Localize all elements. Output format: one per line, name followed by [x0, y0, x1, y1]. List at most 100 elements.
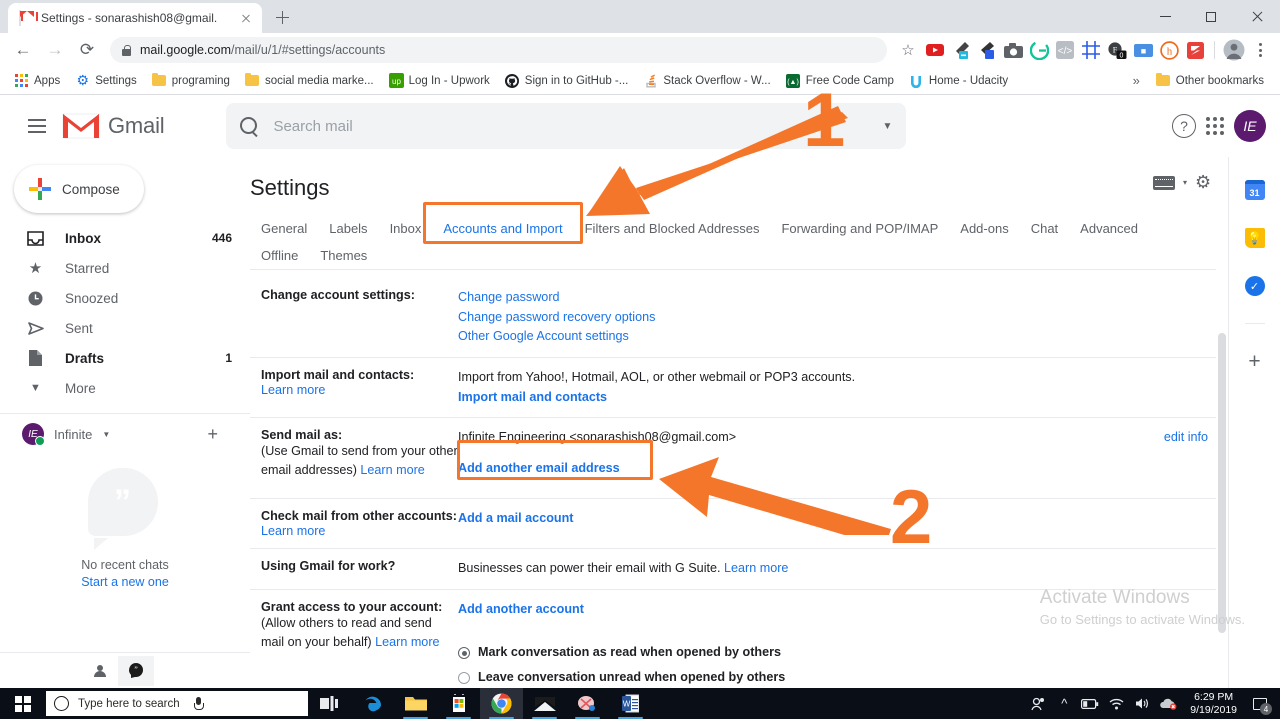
main-menu-icon[interactable]	[14, 103, 60, 149]
hangouts-user-row[interactable]: IE Infinite ▼ +	[0, 414, 250, 454]
sidebar-item-inbox[interactable]: Inbox 446	[0, 223, 250, 253]
google-apps-icon[interactable]	[1206, 117, 1224, 135]
youtube-downloader-extension[interactable]	[923, 38, 947, 62]
tab-accounts-and-import[interactable]: Accounts and Import	[432, 215, 573, 243]
sidebar-item-more[interactable]: ▼ More	[0, 373, 250, 403]
add-another-account-link[interactable]: Add another account	[458, 600, 1228, 620]
google-calendar-icon[interactable]: 31	[1244, 179, 1266, 201]
action-center-icon[interactable]: 4	[1246, 688, 1274, 719]
bookmark-stackoverflow[interactable]: Stack Overflow - W...	[637, 71, 776, 90]
bookmark-upwork[interactable]: up Log In - Upwork	[383, 71, 496, 90]
tab-inbox[interactable]: Inbox	[379, 215, 433, 242]
eyedropper-extension[interactable]	[975, 38, 999, 62]
tab-filters-and-blocked-addresses[interactable]: Filters and Blocked Addresses	[574, 215, 771, 242]
file-explorer-icon[interactable]	[394, 688, 437, 719]
bookmark-udacity[interactable]: Home - Udacity	[903, 71, 1014, 90]
edit-info-link[interactable]: edit info	[1164, 428, 1208, 448]
google-keep-icon[interactable]: 💡	[1244, 227, 1266, 249]
tab-add-ons[interactable]: Add-ons	[949, 215, 1019, 242]
radio-leave-unread[interactable]: Leave conversation unread when opened by…	[458, 668, 1228, 688]
chevron-down-icon[interactable]: ▼	[102, 430, 110, 439]
sidebar-item-starred[interactable]: ★ Starred	[0, 253, 250, 283]
bookmark-github[interactable]: Sign in to GitHub -...	[499, 71, 635, 90]
forward-icon[interactable]: →	[40, 35, 70, 65]
tab-offline[interactable]: Offline	[250, 242, 309, 269]
chrome-menu-icon[interactable]	[1248, 38, 1272, 62]
learn-more-link[interactable]: Learn more	[261, 524, 325, 538]
wifi-icon[interactable]	[1103, 688, 1129, 719]
sidebar-item-drafts[interactable]: Drafts 1	[0, 343, 250, 373]
bookmark-apps[interactable]: Apps	[8, 71, 66, 90]
scrollbar-thumb[interactable]	[1218, 333, 1226, 633]
tab-chat[interactable]: Chat	[1020, 215, 1069, 242]
search-options-chevron-down-icon[interactable]: ▼	[873, 121, 893, 132]
bookmark-social-media[interactable]: social media marke...	[239, 71, 380, 90]
tab-forwarding-and-pop-imap[interactable]: Forwarding and POP/IMAP	[770, 215, 949, 242]
bitly-extension[interactable]: ■	[1131, 38, 1155, 62]
radio-button-selected[interactable]	[458, 647, 470, 660]
gear-icon[interactable]: ⚙	[1195, 173, 1214, 192]
grid-ruler-extension[interactable]	[1079, 38, 1103, 62]
profile-avatar-icon[interactable]	[1222, 38, 1246, 62]
microphone-icon[interactable]	[193, 696, 301, 711]
reload-icon[interactable]: ⟳	[72, 35, 102, 65]
bookmark-freecodecamp[interactable]: (▲) Free Code Camp	[780, 71, 900, 90]
compose-button[interactable]: Compose	[14, 165, 144, 213]
add-addon-icon[interactable]: +	[1244, 350, 1266, 372]
screenshot-extension[interactable]	[1001, 38, 1025, 62]
microsoft-word-icon[interactable]: W	[609, 688, 652, 719]
bookmark-programing[interactable]: programing	[146, 71, 236, 90]
change-password-recovery-link[interactable]: Change password recovery options	[458, 308, 1228, 328]
google-tasks-icon[interactable]: ✓	[1244, 275, 1266, 297]
taskbar-search[interactable]: Type here to search	[46, 691, 308, 716]
new-conversation-button[interactable]: +	[207, 424, 218, 445]
add-another-email-address-link[interactable]: Add another email address	[458, 459, 1228, 479]
gmail-logo[interactable]: Gmail	[62, 112, 165, 140]
onedrive-error-icon[interactable]	[1155, 688, 1181, 719]
learn-more-link[interactable]: Learn more	[724, 561, 788, 575]
code-extension[interactable]: </>	[1053, 38, 1077, 62]
help-icon[interactable]: ?	[1172, 114, 1196, 138]
settings-scrollbar[interactable]	[1216, 157, 1228, 688]
import-mail-and-contacts-link[interactable]: Import mail and contacts	[458, 388, 1228, 408]
back-icon[interactable]: ←	[8, 35, 38, 65]
volume-icon[interactable]	[1129, 688, 1155, 719]
new-tab-button[interactable]	[268, 3, 296, 31]
windows-start-icon[interactable]	[0, 688, 46, 719]
input-tools-icon[interactable]	[1152, 175, 1175, 190]
chevron-down-icon[interactable]: ▾	[1183, 178, 1187, 187]
learn-more-link[interactable]: Learn more	[261, 383, 325, 397]
learn-more-link[interactable]: Learn more	[375, 635, 439, 649]
address-bar[interactable]: mail.google.com/mail/u/1/#settings/accou…	[110, 37, 887, 63]
other-bookmarks-folder[interactable]: Other bookmarks	[1150, 71, 1272, 90]
people-icon[interactable]	[1025, 688, 1051, 719]
maximize-button[interactable]	[1188, 0, 1234, 33]
tab-general[interactable]: General	[250, 215, 318, 242]
minimize-button[interactable]	[1142, 0, 1188, 33]
sidebar-item-sent[interactable]: Sent	[0, 313, 250, 343]
honey-extension[interactable]: h	[1157, 38, 1181, 62]
snipping-tool-icon[interactable]	[566, 688, 609, 719]
radio-button[interactable]	[458, 671, 470, 684]
change-password-link[interactable]: Change password	[458, 288, 1228, 308]
tab-labels[interactable]: Labels	[318, 215, 378, 242]
search-bar[interactable]: ▼	[226, 103, 907, 149]
learn-more-link[interactable]: Learn more	[360, 463, 424, 477]
zapier-extension[interactable]	[1183, 38, 1207, 62]
microsoft-edge-icon[interactable]	[351, 688, 394, 719]
other-google-account-settings-link[interactable]: Other Google Account settings	[458, 327, 1228, 347]
avatar[interactable]: IE	[1234, 110, 1266, 142]
grammarly-extension[interactable]	[1027, 38, 1051, 62]
bookmark-star-icon[interactable]: ☆	[895, 37, 921, 63]
search-input[interactable]	[273, 117, 873, 135]
contacts-icon[interactable]	[82, 656, 118, 686]
tab-advanced[interactable]: Advanced	[1069, 215, 1149, 242]
battery-icon[interactable]	[1077, 688, 1103, 719]
radio-mark-as-read[interactable]: Mark conversation as read when opened by…	[458, 643, 1228, 663]
bookmarks-overflow-button[interactable]: »	[1126, 73, 1147, 88]
whatfont-extension[interactable]: F0	[1105, 38, 1129, 62]
color-picker-extension[interactable]	[949, 38, 973, 62]
tab-themes[interactable]: Themes	[309, 242, 378, 269]
browser-tab[interactable]: Settings - sonarashish08@gmail.	[8, 3, 262, 33]
close-window-button[interactable]	[1234, 0, 1280, 33]
